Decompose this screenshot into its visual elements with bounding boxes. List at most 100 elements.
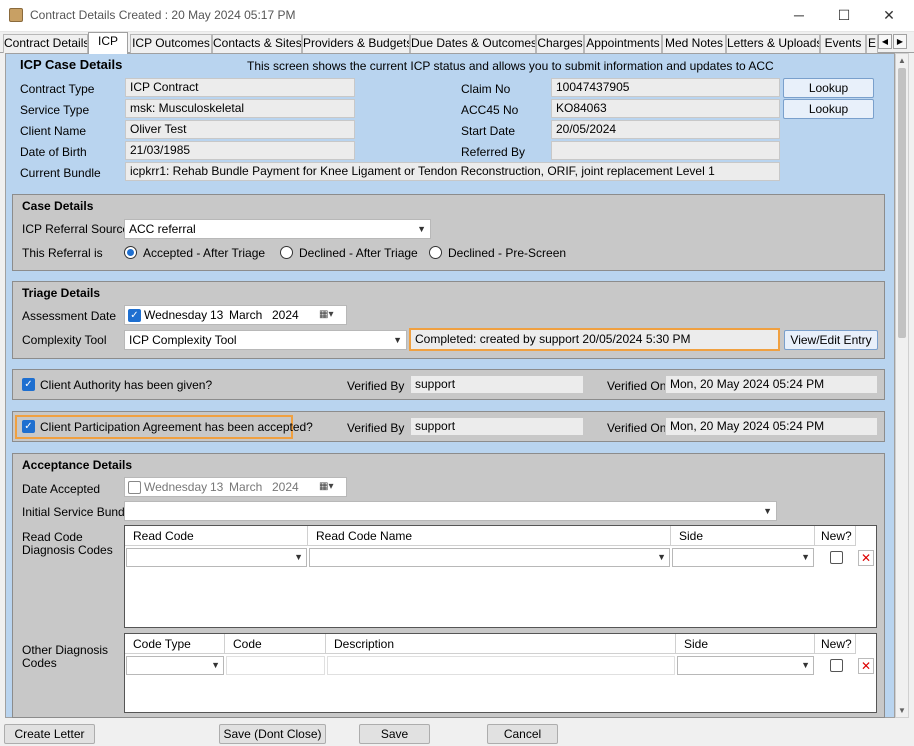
minimize-icon[interactable]: ─ <box>785 4 813 26</box>
col-read-code-name: Read Code Name <box>308 526 671 546</box>
chevron-down-icon: ▼ <box>417 224 426 234</box>
calendar-icon[interactable]: ▦▾ <box>319 306 333 324</box>
footer-bar <box>0 718 914 746</box>
other-diagnosis-grid: Code Type Code Description Side New? ▼ ▼… <box>124 633 877 713</box>
other-new-checkbox[interactable] <box>830 659 843 672</box>
code-input[interactable] <box>226 656 325 675</box>
radio-accepted-after-triage[interactable] <box>124 246 137 259</box>
referred-by-field <box>551 141 780 160</box>
authority-verified-by-label: Verified By <box>347 379 405 393</box>
referral-source-select[interactable]: ACC referral ▼ <box>124 219 431 239</box>
assessment-date-label: Assessment Date <box>22 309 117 323</box>
current-bundle-label: Current Bundle <box>20 166 101 180</box>
chevron-down-icon: ▼ <box>801 552 810 562</box>
radio-declined-after-triage[interactable] <box>280 246 293 259</box>
col-read-code: Read Code <box>125 526 308 546</box>
authority-verified-by-field: support <box>410 375 584 394</box>
col-description: Description <box>326 634 676 654</box>
assessment-month: March <box>229 308 263 322</box>
tab-events[interactable]: Events <box>820 34 866 53</box>
read-code-new-checkbox[interactable] <box>830 551 843 564</box>
read-code-select[interactable]: ▼ <box>126 548 307 567</box>
save-button[interactable]: Save <box>359 724 430 744</box>
dob-label: Date of Birth <box>20 145 87 159</box>
tab-appointments[interactable]: Appointments <box>584 34 662 53</box>
close-icon[interactable]: ✕ <box>875 4 903 26</box>
dob-field: 21/03/1985 <box>125 141 355 160</box>
complexity-tool-select[interactable]: ICP Complexity Tool ▼ <box>124 330 407 350</box>
acc45-lookup-button[interactable]: Lookup <box>783 99 874 119</box>
acceptance-title: Acceptance Details <box>22 458 133 472</box>
view-edit-entry-button[interactable]: View/Edit Entry <box>784 330 878 350</box>
referred-by-label: Referred By <box>461 145 526 159</box>
tab-providers-budgets[interactable]: Providers & Budgets <box>302 34 410 53</box>
radio-declined-after-label: Declined - After Triage <box>299 246 418 260</box>
participation-verified-on-label: Verified On <box>607 421 667 435</box>
read-code-name-select[interactable]: ▼ <box>309 548 670 567</box>
tab-scroll-right-icon[interactable]: ▶ <box>893 34 907 49</box>
col-side: Side <box>676 634 815 654</box>
triage-details-title: Triage Details <box>22 286 101 300</box>
other-diagnosis-label: Other Diagnosis <box>22 643 109 657</box>
tab-overflow[interactable]: E <box>866 34 878 53</box>
participation-label: Client Participation Agreement has been … <box>40 420 313 434</box>
participation-verified-by-field: support <box>410 417 584 436</box>
other-side-select[interactable]: ▼ <box>677 656 814 675</box>
cancel-button[interactable]: Cancel <box>487 724 558 744</box>
radio-declined-pre-screen[interactable] <box>429 246 442 259</box>
chevron-down-icon: ▼ <box>763 506 772 516</box>
code-type-select[interactable]: ▼ <box>126 656 224 675</box>
claim-no-field: 10047437905 <box>551 78 780 97</box>
start-date-field: 20/05/2024 <box>551 120 780 139</box>
tab-contract-details[interactable]: Contract Details <box>3 34 88 53</box>
participation-checkbox[interactable]: ✓ <box>22 420 35 433</box>
contract-type-field: ICP Contract <box>125 78 355 97</box>
save-dont-close-button[interactable]: Save (Dont Close) <box>219 724 326 744</box>
create-letter-button[interactable]: Create Letter <box>4 724 95 744</box>
maximize-icon[interactable]: ☐ <box>830 4 858 26</box>
tab-icp[interactable]: ICP <box>88 32 128 54</box>
acc45-field: KO84063 <box>551 99 780 118</box>
initial-bundle-select[interactable]: ▼ <box>124 501 777 521</box>
description-input[interactable] <box>327 656 675 675</box>
tab-med-notes[interactable]: Med Notes <box>662 34 726 53</box>
col-code: Code <box>225 634 326 654</box>
participation-verified-on-field: Mon, 20 May 2024 05:24 PM <box>665 417 878 436</box>
claim-lookup-button[interactable]: Lookup <box>783 78 874 98</box>
delete-row-icon[interactable]: ✕ <box>858 658 874 674</box>
scroll-down-icon[interactable]: ▼ <box>896 705 908 717</box>
authority-checkbox[interactable]: ✓ <box>22 378 35 391</box>
delete-row-icon[interactable]: ✕ <box>858 550 874 566</box>
assessment-date-checkbox[interactable]: ✓ <box>128 309 141 322</box>
chevron-down-icon: ▼ <box>657 552 666 562</box>
scroll-thumb[interactable] <box>898 68 906 338</box>
date-accepted-checkbox[interactable] <box>128 481 141 494</box>
complexity-status-field: Completed: created by support 20/05/2024… <box>409 328 780 351</box>
tab-scroll-left-icon[interactable]: ◀ <box>878 34 892 49</box>
calendar-icon[interactable]: ▦▾ <box>319 478 333 496</box>
contract-type-label: Contract Type <box>20 82 95 96</box>
tab-charges[interactable]: Charges <box>536 34 584 53</box>
accepted-month: March <box>229 480 263 494</box>
assessment-date-picker[interactable]: ✓ Wednesday 13 March 2024 ▦▾ <box>124 305 347 325</box>
service-type-label: Service Type <box>20 103 90 117</box>
chevron-down-icon: ▼ <box>801 660 810 670</box>
date-accepted-label: Date Accepted <box>22 482 101 496</box>
tab-contacts-sites[interactable]: Contacts & Sites <box>212 34 302 53</box>
referral-is-label: This Referral is <box>22 246 103 260</box>
tab-letters-uploads[interactable]: Letters & Uploads <box>726 34 820 53</box>
participation-verified-by-label: Verified By <box>347 421 405 435</box>
assessment-dd: 13 <box>210 308 224 322</box>
tab-due-dates-outcomes[interactable]: Due Dates & Outcomes <box>410 34 536 53</box>
chevron-down-icon: ▼ <box>211 660 220 670</box>
read-code-side-select[interactable]: ▼ <box>672 548 814 567</box>
diagnosis-codes-label: Diagnosis Codes <box>22 543 113 557</box>
complexity-tool-label: Complexity Tool <box>22 333 107 347</box>
header-description: This screen shows the current ICP status… <box>247 59 774 73</box>
current-bundle-field: icpkrr1: Rehab Bundle Payment for Knee L… <box>125 162 780 181</box>
date-accepted-picker[interactable]: Wednesday 13 March 2024 ▦▾ <box>124 477 347 497</box>
scroll-up-icon[interactable]: ▲ <box>896 55 908 67</box>
claim-no-label: Claim No <box>461 82 511 96</box>
tab-icp-outcomes[interactable]: ICP Outcomes <box>130 34 212 53</box>
referral-source-value: ACC referral <box>129 222 196 236</box>
